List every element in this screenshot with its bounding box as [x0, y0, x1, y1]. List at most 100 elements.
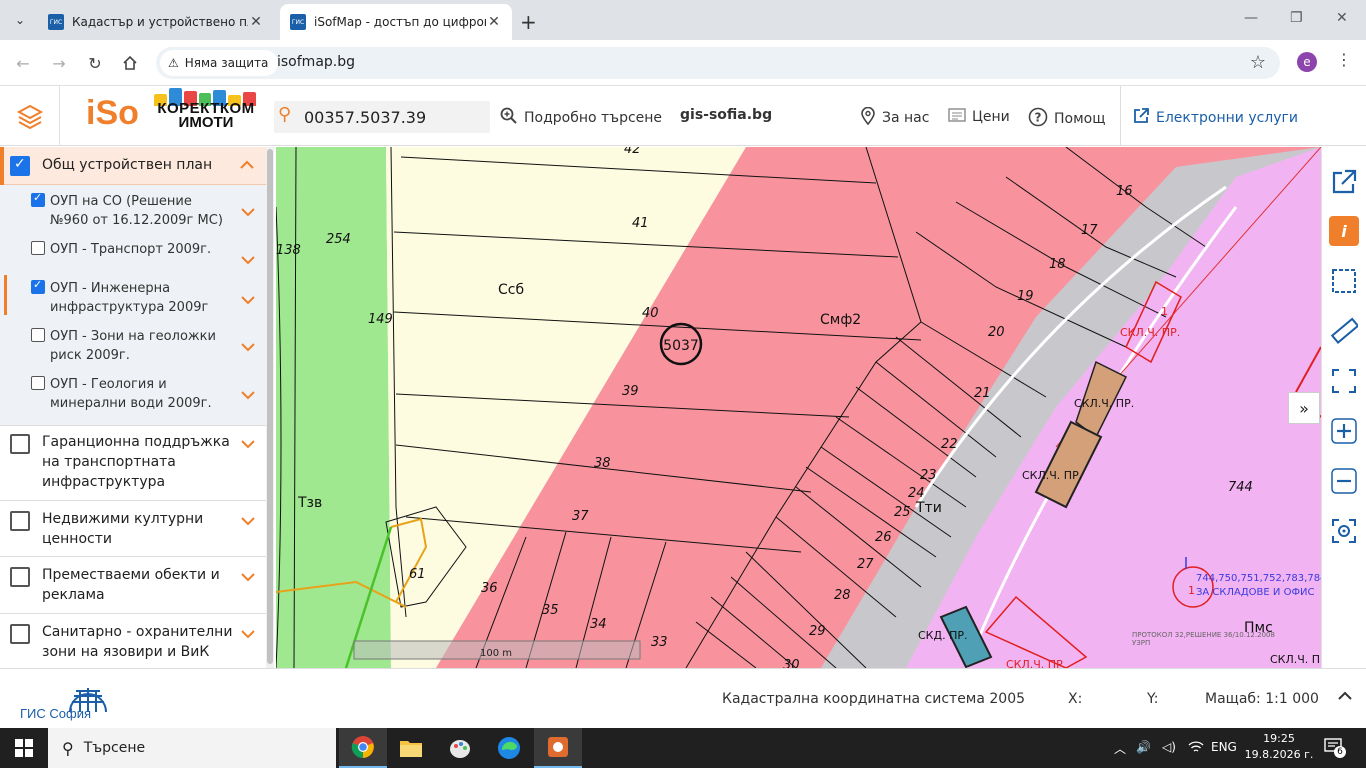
browser-tab-isofmap[interactable]: ГИС iSofMap - достъп до цифрови ✕	[280, 4, 512, 40]
close-window-icon[interactable]: ✕	[1336, 10, 1348, 26]
prices-link[interactable]: Цени	[948, 107, 1010, 127]
zoom-out-button[interactable]	[1329, 466, 1359, 496]
layers-toggle-button[interactable]	[0, 86, 60, 146]
file-explorer-icon[interactable]	[387, 728, 435, 768]
speaker-icon[interactable]: ◁)	[1162, 740, 1176, 754]
info-button[interactable]: i	[1329, 216, 1359, 246]
omnibox[interactable]: ⚠ Няма защита isofmap.bg ☆	[156, 47, 1280, 79]
svg-text:34: 34	[590, 617, 607, 632]
layer-group-checkbox[interactable]	[10, 434, 30, 454]
chevron-up-icon[interactable]	[1338, 689, 1352, 705]
paint-icon[interactable]	[436, 728, 484, 768]
location-pin-icon	[860, 106, 876, 129]
chrome-taskbar-icon[interactable]	[339, 728, 387, 768]
svg-text:23: 23	[920, 468, 937, 483]
fullscreen-icon	[1332, 369, 1356, 393]
about-link[interactable]: За нас	[860, 106, 929, 129]
measure-button[interactable]	[1329, 316, 1359, 346]
edge-icon[interactable]	[485, 728, 533, 768]
locate-button[interactable]	[1329, 516, 1359, 546]
search-input[interactable]	[304, 105, 484, 129]
chrome-window-taskbar-icon[interactable]	[534, 728, 582, 768]
tray-overflow-icon[interactable]: ︿	[1114, 740, 1126, 757]
scrollbar-thumb[interactable]	[267, 149, 273, 664]
sub-layers-list: ОУП на СО (Решение№960 от 16.12.2009г МС…	[0, 185, 266, 425]
svg-text:42: 42	[624, 147, 641, 157]
browser-tab-cadastre[interactable]: ГИС Кадастър и устройствено план ✕	[38, 4, 274, 40]
sub-layer-checkbox[interactable]	[31, 241, 45, 255]
back-icon[interactable]: ←	[12, 52, 34, 74]
chevron-up-icon[interactable]	[240, 160, 254, 170]
layer-group-checkbox[interactable]	[10, 511, 30, 531]
open-external-button[interactable]	[1329, 167, 1359, 197]
chevron-down-icon[interactable]	[241, 342, 255, 352]
chevron-down-icon[interactable]	[241, 516, 255, 526]
isofmap-logo[interactable]: iSo	[86, 94, 139, 133]
chevron-down-icon[interactable]	[241, 390, 255, 400]
minimize-icon[interactable]: —	[1244, 10, 1258, 26]
language-indicator[interactable]: ENG	[1211, 740, 1237, 754]
zoom-in-button[interactable]	[1329, 416, 1359, 446]
divider	[0, 425, 266, 426]
chevron-down-icon[interactable]	[241, 207, 255, 217]
svg-text:17: 17	[1081, 223, 1098, 238]
system-clock[interactable]: 19:25 19.8.2026 г.	[1244, 731, 1314, 763]
chevron-down-icon[interactable]	[241, 255, 255, 265]
prices-label: Цени	[972, 109, 1010, 125]
chevron-down-icon[interactable]	[241, 572, 255, 582]
svg-text:254: 254	[326, 232, 351, 247]
select-area-button[interactable]	[1329, 266, 1359, 296]
sidebar-scrollbar[interactable]	[266, 147, 274, 668]
layer-group-checkbox[interactable]	[10, 567, 30, 587]
expand-panel-button[interactable]: »	[1288, 392, 1320, 424]
layer-group-general-plan[interactable]: Общ устройствен план	[0, 147, 266, 185]
search-field[interactable]: ⚲	[274, 101, 490, 133]
help-link[interactable]: ? Помощ	[1028, 107, 1105, 131]
volume-icon[interactable]: 🔊	[1136, 740, 1151, 754]
svg-text:22: 22	[941, 437, 958, 452]
url-text[interactable]: isofmap.bg	[277, 54, 355, 70]
taskbar-search[interactable]: ⚲ Търсене	[48, 728, 336, 768]
sub-layer-checkbox[interactable]	[31, 376, 45, 390]
browser-menu-icon[interactable]: ⋮	[1336, 50, 1352, 69]
tab-title: Кадастър и устройствено план	[72, 15, 248, 29]
sub-layer-label: ОУП - Геология и минерални води 2009г.	[50, 377, 212, 411]
chevron-down-icon[interactable]	[241, 439, 255, 449]
eservices-label: Електронни услуги	[1156, 110, 1298, 126]
bookmark-star-icon[interactable]: ☆	[1250, 52, 1266, 73]
advanced-search-link[interactable]: Подробно търсене	[500, 107, 662, 129]
svg-text:29: 29	[809, 624, 826, 639]
sub-layer-checkbox[interactable]	[31, 191, 45, 207]
home-icon[interactable]	[119, 52, 141, 74]
sub-layer-checkbox[interactable]	[31, 278, 45, 294]
tab-search-menu-button[interactable]: ⌄	[8, 8, 32, 32]
forward-icon[interactable]: →	[48, 52, 70, 74]
sub-layer-checkbox[interactable]	[31, 328, 45, 342]
svg-text:138: 138	[276, 243, 301, 258]
chevron-down-icon[interactable]	[241, 629, 255, 639]
profile-avatar[interactable]: e	[1297, 52, 1317, 72]
wifi-icon[interactable]	[1188, 740, 1204, 757]
minus-icon	[1331, 468, 1357, 494]
security-chip[interactable]: ⚠ Няма защита	[160, 50, 279, 76]
notification-center-icon[interactable]: 6	[1324, 738, 1346, 758]
restore-icon[interactable]: ❐	[1290, 10, 1303, 26]
close-tab-icon[interactable]: ✕	[486, 14, 502, 30]
gis-sofia-link[interactable]: gis-sofia.bg	[680, 107, 772, 123]
layer-group-checkbox[interactable]	[10, 624, 30, 644]
reload-icon[interactable]: ↻	[84, 52, 106, 74]
svg-text:40: 40	[642, 306, 659, 321]
windows-taskbar: ⚲ Търсене ︿ 🔊 ◁) ENG 19:25 19.8.2026 г. 6	[0, 728, 1366, 768]
general-plan-checkbox[interactable]	[10, 156, 30, 176]
x-coordinate-label: X:	[1068, 691, 1083, 707]
zone-label: Тти	[915, 500, 942, 516]
layer-group-label: Гаранционна поддръжка на транспортната инф…	[42, 434, 230, 490]
full-extent-button[interactable]	[1329, 366, 1359, 396]
chevron-down-icon[interactable]	[241, 295, 255, 305]
close-tab-icon[interactable]: ✕	[248, 14, 264, 30]
svg-text:24: 24	[908, 486, 925, 501]
start-button[interactable]	[0, 728, 48, 768]
eservices-link[interactable]: Електронни услуги	[1132, 107, 1298, 129]
map-canvas[interactable]: 5037 Ссб Смф2 Тзв Тти Пмс 42 41 40 39 38…	[276, 147, 1321, 668]
new-tab-icon[interactable]: +	[520, 10, 537, 34]
